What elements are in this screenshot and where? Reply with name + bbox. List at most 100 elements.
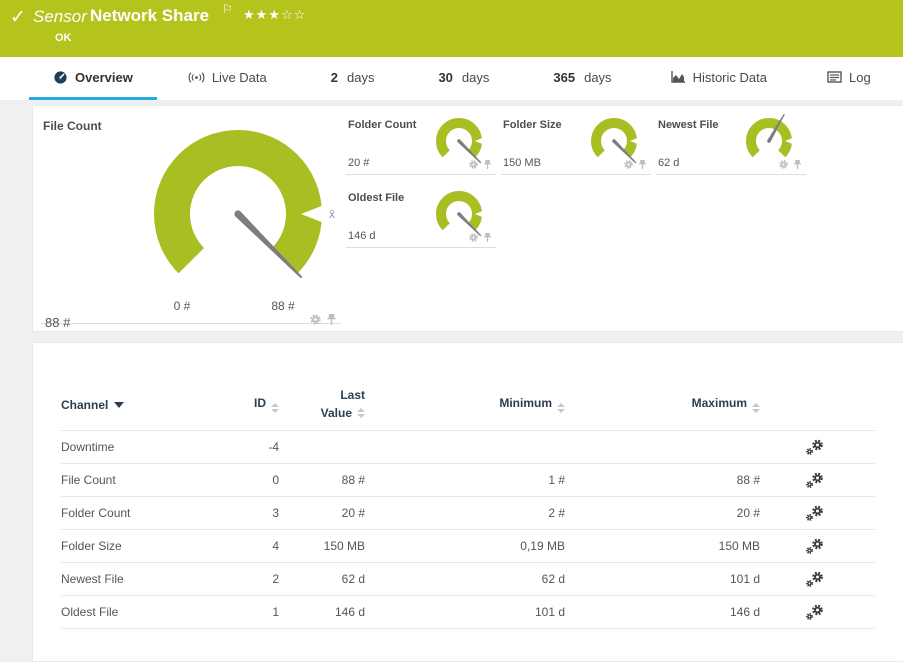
table-row[interactable]: Folder Count 3 20 # 2 # 20 #: [61, 497, 875, 530]
channel-settings-gears-icon[interactable]: [805, 604, 825, 621]
table-row[interactable]: File Count 0 88 # 1 # 88 #: [61, 464, 875, 497]
channel-id-cell: 1: [213, 605, 279, 619]
gauge-tile-newest-file[interactable]: Newest File 62 d: [656, 113, 806, 175]
channel-table-header: Channel ID Last Value Minimum Maximum: [61, 379, 875, 431]
gauge-settings-gear-icon[interactable]: [623, 159, 634, 170]
channel-settings-gears-icon[interactable]: [805, 571, 825, 588]
tab-log[interactable]: Log: [810, 57, 888, 100]
channel-settings-gears-icon[interactable]: [805, 439, 825, 456]
tab-2-days-number: 2: [331, 70, 338, 85]
gauge-settings-gear-icon[interactable]: [309, 313, 322, 326]
historic-chart-icon: [670, 70, 686, 84]
minimum-cell: 62 d: [365, 572, 565, 586]
gauge-current-value: 88 #: [45, 315, 70, 330]
last-value-cell: 146 d: [279, 605, 365, 619]
channel-name-cell: Folder Count: [61, 506, 213, 520]
average-marker-label: x̄: [329, 207, 335, 221]
channel-id-cell: -4: [213, 440, 279, 454]
gauge-pin-icon[interactable]: [638, 159, 647, 170]
minimum-cell: 0,19 MB: [365, 539, 565, 553]
gauge-label: File Count: [43, 119, 102, 133]
channel-settings-gears-icon[interactable]: [805, 505, 825, 522]
gauge-current-value: 62 d: [658, 157, 679, 169]
column-header-last-value[interactable]: Last Value: [279, 387, 365, 422]
sort-arrows-icon: [752, 403, 760, 413]
tab-30-days-number: 30: [438, 70, 452, 85]
sensor-kind-label: Sensor: [33, 7, 87, 27]
tab-bar: Overview Live Data 2 days 30 days 365 da…: [0, 57, 903, 100]
tab-live-data[interactable]: Live Data: [171, 57, 284, 100]
column-header-maximum[interactable]: Maximum: [565, 396, 760, 413]
tab-historic-data[interactable]: Historic Data: [653, 57, 784, 100]
gauge-settings-gear-icon[interactable]: [468, 232, 479, 243]
column-header-id[interactable]: ID: [213, 396, 279, 413]
tab-live-data-label: Live Data: [212, 70, 267, 85]
tab-overview-label: Overview: [75, 70, 133, 85]
gauge-pin-icon[interactable]: [326, 313, 337, 326]
sensor-header: ✓ Sensor Network Share ⚐ ★★★☆☆ OK: [0, 0, 903, 57]
gauge-tile-file-count[interactable]: File Count x̄ 0 # 88 # 88 #: [41, 113, 341, 324]
sort-arrows-icon: [271, 403, 279, 413]
channel-id-cell: 0: [213, 473, 279, 487]
channel-name-cell: Oldest File: [61, 605, 213, 619]
gauge-tile-folder-count[interactable]: Folder Count 20 #: [346, 113, 496, 175]
sort-arrows-icon: [557, 403, 565, 413]
sort-active-caret-icon: [114, 402, 124, 408]
sort-arrows-icon: [357, 408, 365, 418]
channel-name-cell: Folder Size: [61, 539, 213, 553]
priority-stars[interactable]: ★★★☆☆: [243, 7, 306, 23]
live-signal-icon: [188, 71, 205, 84]
channel-settings-gears-icon[interactable]: [805, 472, 825, 489]
channel-table-panel: Channel ID Last Value Minimum Maximum Do…: [32, 342, 903, 662]
gauge-label: Newest File: [658, 119, 719, 131]
tab-overview[interactable]: Overview: [29, 57, 157, 100]
gauge-pin-icon[interactable]: [483, 232, 492, 243]
gauge-settings-gear-icon[interactable]: [778, 159, 789, 170]
gauges-panel: File Count x̄ 0 # 88 # 88 # Folder Count…: [32, 105, 903, 332]
gauge-icon: [53, 70, 68, 85]
minimum-cell: 101 d: [365, 605, 565, 619]
maximum-cell: 146 d: [565, 605, 760, 619]
table-row[interactable]: Oldest File 1 146 d 101 d 146 d: [61, 596, 875, 629]
last-value-cell: 150 MB: [279, 539, 365, 553]
channel-table-body: Downtime -4 File Count 0 88 # 1 # 88 # F…: [61, 431, 875, 629]
priority-flag-icon[interactable]: ⚐: [222, 2, 233, 16]
last-value-cell: 20 #: [279, 506, 365, 520]
column-header-minimum[interactable]: Minimum: [365, 396, 565, 413]
gauge-tile-oldest-file[interactable]: Oldest File 146 d: [346, 186, 496, 248]
tab-2-days[interactable]: 2 days: [314, 57, 392, 100]
gauge-label: Oldest File: [348, 192, 404, 204]
gauge-current-value: 150 MB: [503, 157, 541, 169]
table-row[interactable]: Newest File 2 62 d 62 d 101 d: [61, 563, 875, 596]
channel-id-cell: 3: [213, 506, 279, 520]
tab-30-days[interactable]: 30 days: [421, 57, 506, 100]
maximum-cell: 150 MB: [565, 539, 760, 553]
sensor-status-badge: OK: [55, 32, 72, 44]
gauge-settings-gear-icon[interactable]: [468, 159, 479, 170]
gauge-pin-icon[interactable]: [483, 159, 492, 170]
status-ok-check-icon: ✓: [10, 6, 26, 29]
channel-id-cell: 2: [213, 572, 279, 586]
last-value-cell: 88 #: [279, 473, 365, 487]
tab-365-days-label: days: [584, 70, 611, 85]
gauge-tile-folder-size[interactable]: Folder Size 150 MB: [501, 113, 651, 175]
column-header-channel[interactable]: Channel: [61, 398, 213, 412]
gauge-current-value: 20 #: [348, 157, 369, 169]
minimum-cell: 1 #: [365, 473, 565, 487]
table-row[interactable]: Folder Size 4 150 MB 0,19 MB 150 MB: [61, 530, 875, 563]
channel-id-cell: 4: [213, 539, 279, 553]
table-row[interactable]: Downtime -4: [61, 431, 875, 464]
tab-log-label: Log: [849, 70, 871, 85]
channel-name-cell: Newest File: [61, 572, 213, 586]
maximum-cell: 20 #: [565, 506, 760, 520]
log-list-icon: [827, 71, 842, 83]
gauge-label: Folder Count: [348, 119, 416, 131]
tab-2-days-label: days: [347, 70, 374, 85]
channel-settings-gears-icon[interactable]: [805, 538, 825, 555]
tab-365-days[interactable]: 365 days: [536, 57, 628, 100]
gauge-pin-icon[interactable]: [793, 159, 802, 170]
gauge-min-label: 0 #: [162, 299, 202, 313]
channel-name-cell: File Count: [61, 473, 213, 487]
tab-historic-data-label: Historic Data: [693, 70, 767, 85]
minimum-cell: 2 #: [365, 506, 565, 520]
